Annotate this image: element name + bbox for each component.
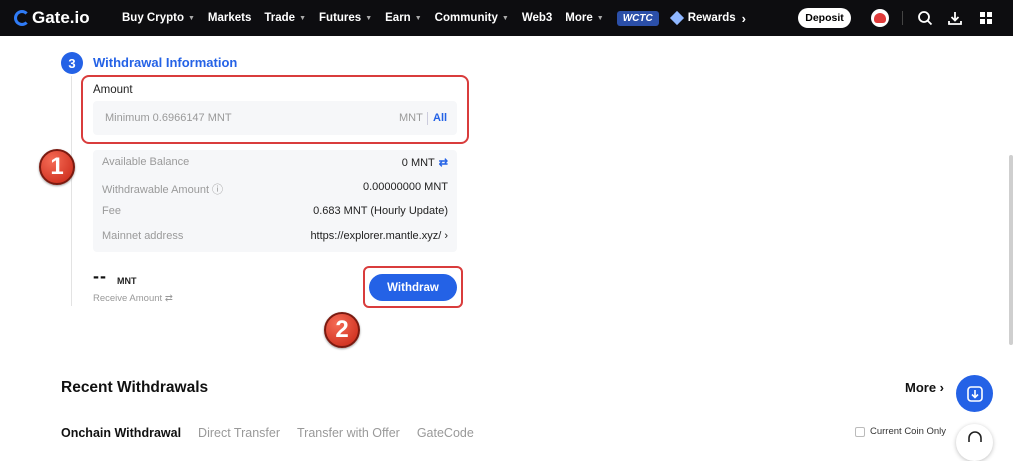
nav-divider xyxy=(902,11,903,25)
withdrawal-tabs: Onchain Withdrawal Direct Transfer Transfe… xyxy=(61,426,491,440)
chevron-down-icon: ▼ xyxy=(365,14,373,22)
gateio-logo[interactable]: Gate.io xyxy=(14,8,90,28)
top-nav-bar: Gate.io Buy Crypto ▼ Markets Trade ▼ Futures ▼… xyxy=(0,0,1013,36)
current-coin-only-checkbox[interactable]: Current Coin Only xyxy=(855,426,946,437)
tab-transfer-with-offer[interactable]: Transfer with Offer xyxy=(297,426,400,440)
info-value: 0.683 MNT (Hourly Update) xyxy=(313,205,448,217)
chevron-down-icon: ▼ xyxy=(501,14,509,22)
headset-icon xyxy=(967,431,982,442)
info-key: Mainnet address xyxy=(102,229,184,242)
info-row: Withdrawable Amount ⓘ 0.00000000 MNT xyxy=(102,181,448,197)
search-icon[interactable] xyxy=(917,10,933,26)
wctc-logo[interactable]: WCTC xyxy=(616,10,659,26)
more-link[interactable]: More › xyxy=(905,380,944,395)
avatar[interactable] xyxy=(871,9,889,27)
grid-menu-icon[interactable] xyxy=(978,10,994,26)
nav-item-earn[interactable]: Earn ▼ xyxy=(385,12,422,24)
info-value: 0 MNT ⇄ xyxy=(401,157,448,169)
step-connector-line xyxy=(71,76,72,306)
withdrawal-info-title: Withdrawal Information xyxy=(93,55,238,70)
chevron-right-icon: › xyxy=(741,10,746,26)
receive-amount-unit: MNT xyxy=(117,276,137,286)
rewards-icon xyxy=(669,10,684,26)
info-key: Fee xyxy=(102,205,121,217)
nav-item-markets[interactable]: Markets xyxy=(208,12,251,24)
nav-item-community[interactable]: Community ▼ xyxy=(435,12,509,24)
nav-item-web3[interactable]: Web3 xyxy=(522,12,552,24)
annotation-badge-1: 1 xyxy=(39,149,75,185)
chevron-down-icon: ▼ xyxy=(596,14,604,22)
nav-item-trade[interactable]: Trade ▼ xyxy=(264,12,306,24)
nav-item-rewards[interactable]: Rewards › xyxy=(669,10,746,26)
chevron-down-icon: ▼ xyxy=(187,14,195,22)
tab-onchain-withdrawal[interactable]: Onchain Withdrawal xyxy=(61,426,181,440)
floating-download-button[interactable] xyxy=(956,375,993,412)
balance-info-panel: Available Balance 0 MNT ⇄ Withdrawable Amou… xyxy=(93,150,457,252)
avatar-icon xyxy=(874,13,886,23)
step-number-badge: 3 xyxy=(61,52,83,74)
info-row: Available Balance 0 MNT ⇄ xyxy=(102,156,448,172)
recent-withdrawals-title: Recent Withdrawals xyxy=(61,379,209,396)
swap-icon[interactable]: ⇄ xyxy=(439,157,448,169)
info-row: Fee 0.683 MNT (Hourly Update) xyxy=(102,205,448,221)
annotation-highlight-withdraw xyxy=(363,266,463,308)
info-key: Available Balance xyxy=(102,156,190,168)
info-row: Mainnet address https://explorer.mantle.x… xyxy=(102,230,448,246)
nav-menu: Buy Crypto ▼ Markets Trade ▼ Futures ▼ Earn ▼ Com… xyxy=(122,0,759,36)
chevron-down-icon: ▼ xyxy=(414,14,422,22)
tab-direct-transfer[interactable]: Direct Transfer xyxy=(198,426,280,440)
gate-logo-icon xyxy=(14,10,30,26)
info-key: Withdrawable Amount ⓘ xyxy=(102,183,224,196)
download-box-icon xyxy=(966,385,983,402)
nav-item-more[interactable]: More ▼ xyxy=(565,12,603,24)
nav-item-buy-crypto[interactable]: Buy Crypto ▼ xyxy=(122,12,195,24)
checkbox-box[interactable] xyxy=(855,426,865,437)
receive-amount-value: -- xyxy=(93,266,107,286)
info-value: 0.00000000 MNT xyxy=(363,180,448,193)
annotation-highlight-amount xyxy=(81,75,469,144)
deposit-button[interactable]: Deposit xyxy=(798,8,851,28)
chevron-down-icon: ▼ xyxy=(299,14,307,22)
receive-amount-label[interactable]: Receive Amount ⇄ xyxy=(93,293,173,304)
download-icon[interactable] xyxy=(947,10,963,26)
info-value[interactable]: https://explorer.mantle.xyz/ › xyxy=(310,230,448,242)
scrollbar[interactable] xyxy=(1009,155,1013,345)
tab-gatecode[interactable]: GateCode xyxy=(417,426,474,440)
annotation-badge-2: 2 xyxy=(324,312,360,348)
nav-item-futures[interactable]: Futures ▼ xyxy=(319,12,372,24)
